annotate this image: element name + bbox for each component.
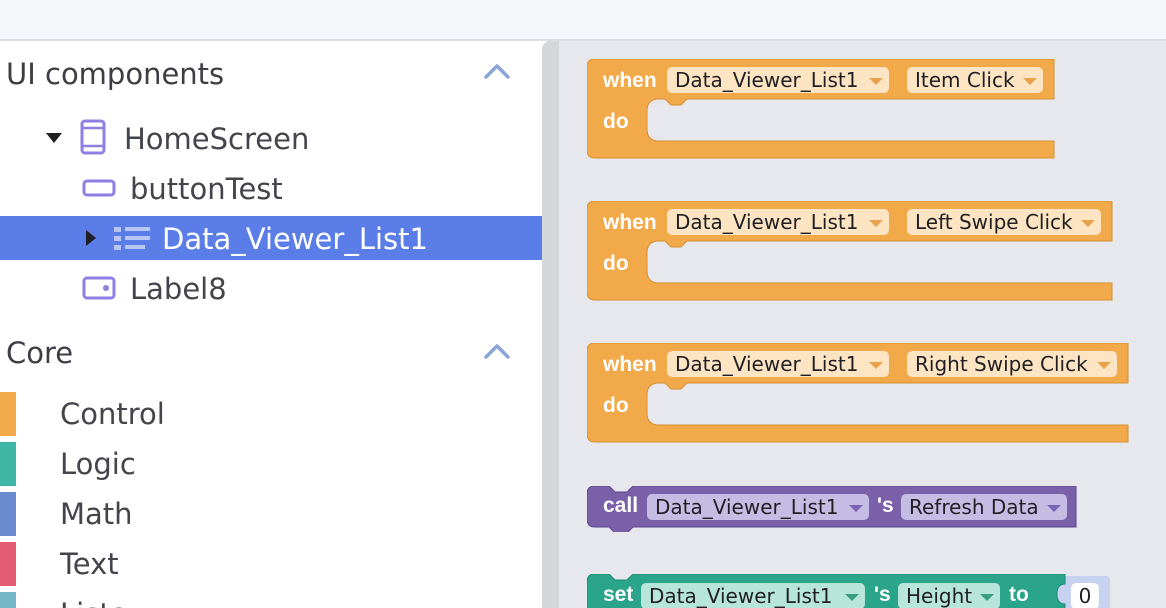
event-block-item-click[interactable]: when do Data_Viewer_List1 Item Click	[587, 59, 1055, 159]
set-keyword: set	[603, 583, 634, 606]
category-color-bar	[0, 492, 16, 536]
call-block-refresh-data[interactable]: call Data_Viewer_List1 's Refresh Data	[587, 486, 1079, 532]
tree-item-label: Label8	[130, 272, 227, 306]
set-block-height[interactable]: set Data_Viewer_List1 's Height to 0	[587, 574, 1117, 608]
dropdown-arrow-icon	[980, 594, 994, 601]
list-view-icon	[114, 227, 150, 250]
dropdown-arrow-icon	[1081, 220, 1095, 227]
tree-item-label8[interactable]: Label8	[0, 266, 542, 310]
category-label: Lists	[60, 597, 126, 608]
component-dropdown[interactable]: Data_Viewer_List1	[667, 67, 889, 93]
do-keyword: do	[603, 110, 629, 133]
category-color-bar	[0, 542, 16, 586]
category-label: Text	[60, 547, 119, 581]
event-name: Item Click	[915, 68, 1015, 92]
dropdown-arrow-icon	[1023, 78, 1037, 85]
sidebar: UI components HomeScreen buttonTest Data…	[0, 41, 542, 608]
call-keyword: call	[603, 494, 639, 517]
dropdown-arrow-icon	[1047, 505, 1061, 512]
category-label: Logic	[60, 447, 136, 481]
blocks-workspace[interactable]: when do Data_Viewer_List1 Item Click whe…	[559, 41, 1166, 608]
event-block-right-swipe-click[interactable]: when do Data_Viewer_List1 Right Swipe Cl…	[587, 343, 1129, 443]
component-dropdown[interactable]: Data_Viewer_List1	[667, 209, 889, 235]
when-keyword: when	[603, 211, 657, 234]
number-input[interactable]: 0	[1071, 583, 1099, 608]
possessive-keyword: 's	[877, 494, 894, 517]
component-dropdown[interactable]: Data_Viewer_List1	[641, 583, 865, 608]
dropdown-arrow-icon	[1097, 362, 1111, 369]
category-color-bar	[0, 442, 16, 486]
phone-icon	[80, 119, 106, 155]
category-text[interactable]: Text	[0, 542, 542, 586]
property-name: Height	[906, 584, 973, 608]
ui-components-header[interactable]: UI components	[0, 41, 542, 93]
when-keyword: when	[603, 69, 657, 92]
top-bar	[0, 0, 1166, 41]
ui-components-title: UI components	[6, 57, 225, 91]
component-name: Data_Viewer_List1	[675, 352, 859, 376]
dropdown-arrow-icon	[845, 594, 859, 601]
chevron-up-icon[interactable]	[484, 343, 510, 359]
event-block-left-swipe-click[interactable]: when do Data_Viewer_List1 Left Swipe Cli…	[587, 201, 1113, 301]
category-label: Control	[60, 397, 165, 431]
component-dropdown[interactable]: Data_Viewer_List1	[667, 351, 889, 377]
category-math[interactable]: Math	[0, 492, 542, 536]
tree-item-label: Data_Viewer_List1	[162, 222, 428, 256]
method-name: Refresh Data	[909, 495, 1039, 519]
dropdown-arrow-icon	[869, 78, 883, 85]
category-logic[interactable]: Logic	[0, 442, 542, 486]
caret-right-icon[interactable]	[86, 230, 96, 246]
tree-item-homescreen[interactable]: HomeScreen	[0, 116, 542, 160]
core-header[interactable]: Core	[0, 321, 542, 373]
component-name: Data_Viewer_List1	[649, 584, 833, 608]
event-name: Left Swipe Click	[915, 210, 1073, 234]
label-icon	[82, 276, 116, 300]
tree-item-label: buttonTest	[130, 172, 283, 206]
do-keyword: do	[603, 394, 629, 417]
method-dropdown[interactable]: Refresh Data	[901, 494, 1067, 520]
tree-item-buttontest[interactable]: buttonTest	[0, 166, 542, 210]
event-dropdown[interactable]: Item Click	[907, 67, 1043, 93]
component-name: Data_Viewer_List1	[675, 68, 859, 92]
category-label: Math	[60, 497, 133, 531]
tree-item-data-viewer-list1[interactable]: Data_Viewer_List1	[0, 216, 542, 260]
chevron-up-icon[interactable]	[484, 63, 510, 79]
category-color-bar	[0, 392, 16, 436]
dropdown-arrow-icon	[869, 362, 883, 369]
to-keyword: to	[1009, 583, 1029, 606]
event-dropdown[interactable]: Right Swipe Click	[907, 351, 1117, 377]
dropdown-arrow-icon	[869, 220, 883, 227]
tree-item-label: HomeScreen	[124, 122, 310, 156]
dropdown-arrow-icon	[849, 505, 863, 512]
button-icon	[82, 179, 116, 197]
category-control[interactable]: Control	[0, 392, 542, 436]
panel-splitter[interactable]	[542, 41, 559, 608]
event-name: Right Swipe Click	[915, 352, 1088, 376]
component-dropdown[interactable]: Data_Viewer_List1	[647, 494, 869, 520]
property-dropdown[interactable]: Height	[898, 583, 1000, 608]
event-dropdown[interactable]: Left Swipe Click	[907, 209, 1101, 235]
component-name: Data_Viewer_List1	[655, 495, 839, 519]
category-color-bar	[0, 592, 16, 608]
component-name: Data_Viewer_List1	[675, 210, 859, 234]
do-keyword: do	[603, 252, 629, 275]
caret-down-icon[interactable]	[46, 133, 62, 143]
possessive-keyword: 's	[874, 583, 891, 606]
category-lists[interactable]: Lists	[0, 592, 542, 608]
when-keyword: when	[603, 353, 657, 376]
core-title: Core	[6, 336, 74, 370]
